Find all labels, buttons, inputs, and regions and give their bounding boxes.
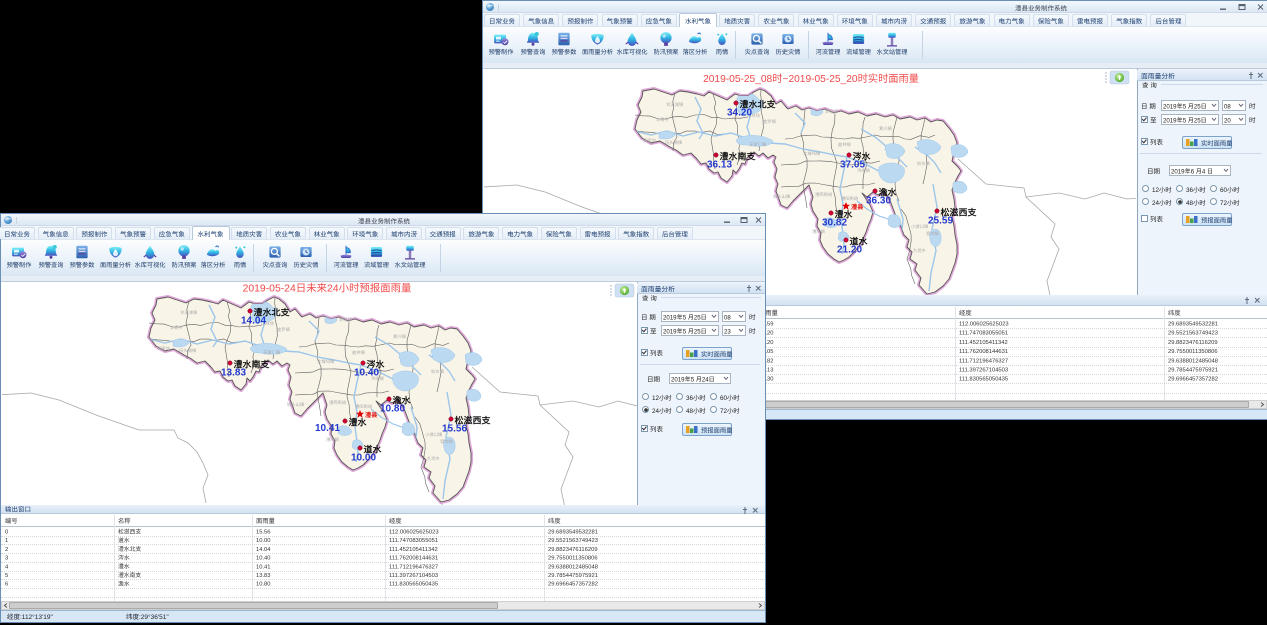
svg-text:5: 5 — [5, 573, 8, 579]
svg-text:37.05: 37.05 — [840, 160, 865, 171]
svg-text:15.56: 15.56 — [256, 530, 271, 536]
svg-text:2019-05-25_08: 2019-05-25_08 — [703, 74, 772, 85]
svg-text:111.397267104503: 111.397267104503 — [389, 573, 438, 579]
svg-text:111.830565050435: 111.830565050435 — [389, 582, 438, 588]
svg-text:29.6966457357282: 29.6966457357282 — [548, 582, 598, 588]
svg-text:111.747083055051: 111.747083055051 — [389, 538, 438, 544]
svg-text:14.04: 14.04 — [256, 547, 271, 553]
svg-text:1: 1 — [5, 538, 8, 544]
svg-text:111.762008144631: 111.762008144631 — [389, 556, 438, 562]
svg-text:29.6388012485048: 29.6388012485048 — [1168, 358, 1218, 364]
svg-text:29.6966457357282: 29.6966457357282 — [1168, 377, 1218, 383]
svg-text:10.40: 10.40 — [256, 556, 271, 562]
svg-text:29.7550011350806: 29.7550011350806 — [548, 556, 598, 562]
svg-text:25.59: 25.59 — [928, 216, 953, 227]
svg-text:36.30: 36.30 — [866, 196, 891, 207]
svg-text:10.80: 10.80 — [256, 582, 271, 588]
svg-text:~2019-05-25_20: ~2019-05-25_20 — [783, 74, 858, 85]
svg-text:111.712196476327: 111.712196476327 — [959, 358, 1008, 364]
svg-text:3: 3 — [5, 556, 8, 562]
svg-text:111.397267104503: 111.397267104503 — [959, 368, 1008, 374]
svg-text:4: 4 — [5, 564, 9, 570]
svg-text:15.56: 15.56 — [442, 424, 467, 435]
svg-text:24: 24 — [327, 284, 339, 295]
svg-text:0: 0 — [5, 530, 8, 536]
svg-text:10.80: 10.80 — [380, 404, 405, 415]
svg-text:29.5521563749423: 29.5521563749423 — [1168, 331, 1218, 337]
svg-text:112.006025625023: 112.006025625023 — [389, 530, 439, 536]
svg-text:2019-05-24: 2019-05-24 — [243, 284, 296, 295]
svg-text:29.7550011350806: 29.7550011350806 — [1168, 349, 1218, 355]
svg-text:10.40: 10.40 — [354, 368, 379, 379]
svg-text:111.762008144631: 111.762008144631 — [959, 349, 1008, 355]
svg-text:36.13: 36.13 — [707, 160, 732, 171]
svg-text:21.20: 21.20 — [837, 245, 862, 256]
svg-text:13.83: 13.83 — [221, 368, 246, 379]
svg-text:112.006025625023: 112.006025625023 — [959, 322, 1009, 328]
svg-text:29.7854475975921: 29.7854475975921 — [1168, 368, 1218, 374]
svg-text:10.00: 10.00 — [256, 538, 271, 544]
svg-text:29.8823476116209: 29.8823476116209 — [548, 547, 598, 553]
svg-text:29.5521563749423: 29.5521563749423 — [548, 538, 598, 544]
svg-text:10.00: 10.00 — [351, 453, 376, 464]
svg-text:29.6893549532281: 29.6893549532281 — [548, 530, 598, 536]
svg-text:34.20: 34.20 — [727, 108, 752, 119]
svg-text:29.6388012485048: 29.6388012485048 — [548, 564, 598, 570]
svg-text:29.8823476116209: 29.8823476116209 — [1168, 340, 1218, 346]
svg-text:29.7854475975921: 29.7854475975921 — [548, 573, 598, 579]
svg-text:14.04: 14.04 — [241, 316, 266, 327]
svg-text:111.452105411342: 111.452105411342 — [389, 547, 438, 553]
svg-text:111.830565050435: 111.830565050435 — [959, 377, 1008, 383]
svg-text:6: 6 — [5, 582, 8, 588]
svg-text:111.747083055051: 111.747083055051 — [959, 331, 1008, 337]
svg-text:111.452105411342: 111.452105411342 — [959, 340, 1008, 346]
svg-text:29.6893549532281: 29.6893549532281 — [1168, 322, 1218, 328]
svg-text:10.41: 10.41 — [256, 564, 271, 570]
svg-text:30.82: 30.82 — [822, 218, 847, 229]
svg-text:10.41: 10.41 — [315, 423, 340, 434]
svg-text:2: 2 — [5, 547, 8, 553]
svg-text:13.83: 13.83 — [256, 573, 271, 579]
svg-text:111.712196476327: 111.712196476327 — [389, 564, 438, 570]
